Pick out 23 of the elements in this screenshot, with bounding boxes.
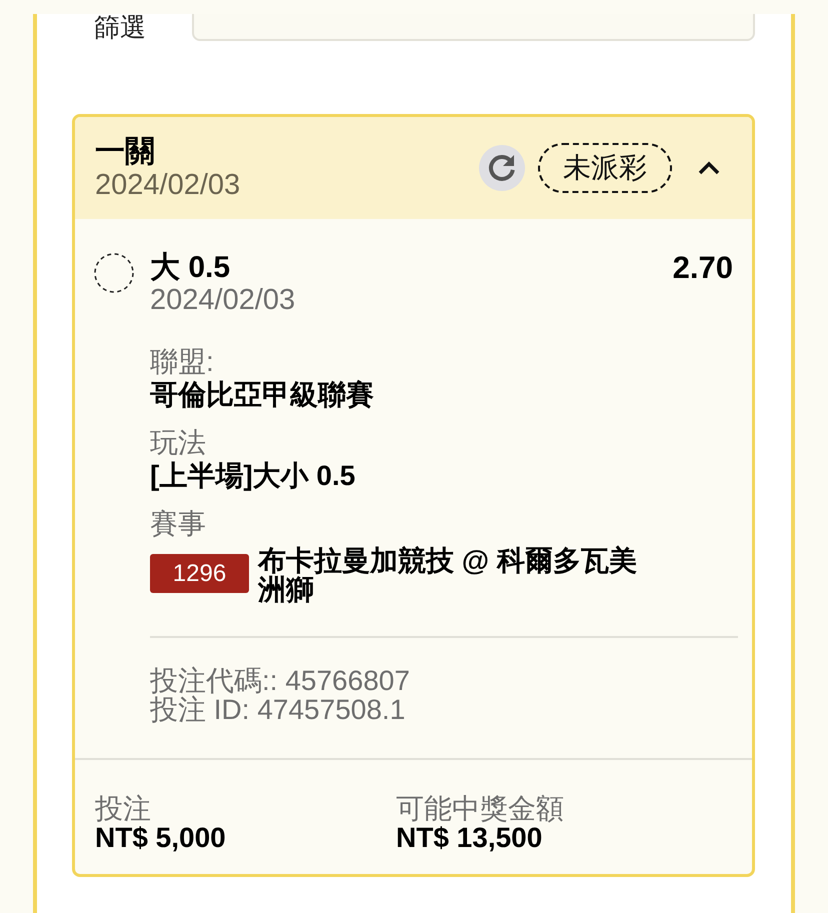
event-name: 布卡拉曼加競技 @ 科爾多瓦美洲獅: [258, 546, 638, 604]
filter-label: 篩選: [94, 14, 147, 41]
bet-code: 投注 ID: 47457508.1: [150, 695, 406, 724]
selection-date: 2024/02/03: [150, 285, 296, 315]
summary-label: 投注: [95, 794, 152, 823]
selection-name: 大 0.5: [150, 251, 230, 285]
detail-label: 賽事: [150, 507, 207, 540]
refresh-icon[interactable]: [479, 145, 525, 191]
detail-value: [上半場]大小 0.5: [150, 459, 356, 492]
dashed-circle-icon: [94, 253, 134, 293]
detail-label: 玩法: [150, 426, 207, 459]
detail-value: 哥倫比亞甲級聯賽: [150, 378, 375, 411]
bet-type-title: 一關: [95, 135, 156, 169]
summary-value: NT$ 13,500: [396, 823, 542, 852]
summary-value: NT$ 5,000: [95, 823, 227, 852]
match-number-badge: 1296: [150, 554, 249, 593]
bet-code: 投注代碼:: 45766807: [150, 666, 411, 695]
summary-label: 可能中獎金額: [396, 794, 565, 823]
status-badge: 未派彩: [538, 143, 672, 193]
odds-value: 2.70: [672, 251, 733, 285]
bet-date: 2024/02/03: [95, 169, 240, 201]
detail-label: 聯盟:: [150, 345, 215, 378]
chevron-up-icon[interactable]: [698, 161, 720, 175]
